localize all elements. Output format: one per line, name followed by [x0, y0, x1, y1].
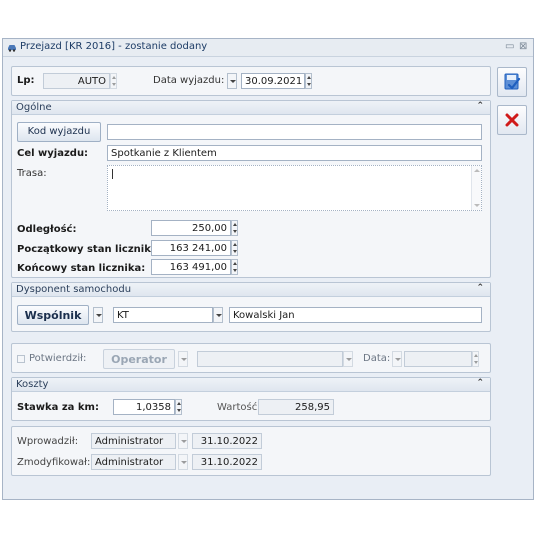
dysponent-type-dropdown[interactable]: [93, 307, 103, 323]
zmodyfikowal-user-field: Administrator: [91, 454, 176, 470]
operator-type-dropdown[interactable]: [178, 351, 188, 367]
ogolne-title: Ogólne: [16, 102, 52, 113]
koncowy-stan-spinner[interactable]: [231, 259, 238, 275]
ogolne-group: Ogólne ⌃ Kod wyjazdu Cel wyjazdu: Spotka…: [11, 100, 491, 278]
zmodyfikowal-label: Zmodyfikował:: [17, 457, 91, 468]
stawka-label: Stawka za km:: [17, 402, 99, 413]
potwierdzil-label: Potwierdził:: [29, 353, 87, 364]
collapse-icon[interactable]: ⌃: [476, 101, 484, 111]
potwierdzil-data-dropdown[interactable]: [392, 351, 402, 367]
poczatkowy-stan-label: Początkowy stan licznika:: [17, 244, 162, 255]
data-wyjazdu-label: Data wyjazdu:: [153, 75, 225, 86]
car-icon: [8, 45, 16, 52]
cancel-x-icon: [505, 113, 519, 127]
wprowadzil-label: Wprowadził:: [17, 436, 79, 447]
collapse-icon[interactable]: ⌃: [476, 283, 484, 293]
lp-label: Lp:: [17, 75, 35, 86]
trasa-scrollbar[interactable]: [471, 166, 481, 210]
audit-group: Wprowadził: Administrator 31.10.2022 Zmo…: [11, 426, 491, 476]
data-wyjazdu-field[interactable]: 30.09.2021: [241, 73, 305, 89]
potwierdzil-data-spinner[interactable]: [472, 351, 479, 367]
wprowadzil-user-field: Administrator: [91, 433, 176, 449]
operator-dropdown[interactable]: [343, 351, 353, 367]
odleglosc-field[interactable]: 250,00: [151, 220, 231, 236]
odleglosc-label: Odległość:: [17, 224, 77, 235]
potwierdzil-data-label: Data:: [363, 353, 391, 364]
koszty-title: Koszty: [16, 379, 49, 390]
close-window-button[interactable]: ⊠: [519, 41, 527, 52]
koszty-header[interactable]: Koszty ⌃: [12, 378, 490, 392]
save-icon: [504, 73, 521, 90]
zmodyfikowal-date-field: 31.10.2022: [192, 454, 262, 470]
wprowadzil-dropdown: [178, 433, 188, 449]
cancel-button[interactable]: [497, 105, 527, 135]
text-cursor: [112, 169, 113, 179]
dysponent-name-field[interactable]: Kowalski Jan: [229, 307, 482, 323]
window-title: Przejazd [KR 2016] - zostanie dodany: [20, 41, 208, 52]
stawka-field[interactable]: 1,0358: [113, 399, 175, 415]
dysponent-group: Dysponent samochodu ⌃ Wspólnik KT Kowals…: [11, 282, 491, 332]
ogolne-header[interactable]: Ogólne ⌃: [12, 101, 490, 115]
wartosc-label: Wartość:: [217, 402, 261, 413]
wprowadzil-date-field: 31.10.2022: [192, 433, 262, 449]
potwierdzil-checkbox[interactable]: [17, 355, 25, 363]
collapse-icon[interactable]: ⌃: [476, 378, 484, 388]
potwierdzil-group: Potwierdził: Operator Data:: [11, 343, 491, 373]
stawka-spinner[interactable]: [175, 399, 182, 415]
data-wyjazdu-spinner[interactable]: [305, 73, 312, 89]
operator-button[interactable]: Operator: [103, 349, 175, 369]
data-wyjazdu-dropdown[interactable]: [227, 73, 237, 89]
title-bar: Przejazd [KR 2016] - zostanie dodany ▭ ⊠: [3, 39, 533, 57]
koszty-group: Koszty ⌃ Stawka za km: 1,0358 Wartość: 2…: [11, 377, 491, 421]
lp-field[interactable]: AUTO: [43, 73, 110, 89]
minimize-button[interactable]: ▭: [505, 41, 514, 52]
poczatkowy-stan-spinner[interactable]: [231, 240, 238, 256]
save-button[interactable]: [497, 67, 527, 97]
kod-wyjazdu-field[interactable]: [107, 124, 482, 140]
dysponent-code-field[interactable]: KT: [113, 307, 213, 323]
koncowy-stan-label: Końcowy stan licznika:: [17, 263, 146, 274]
odleglosc-spinner[interactable]: [231, 220, 238, 236]
cel-wyjazdu-label: Cel wyjazdu:: [17, 148, 89, 159]
koncowy-stan-field[interactable]: 163 491,00: [151, 259, 231, 275]
lp-spinner[interactable]: [110, 73, 117, 89]
trasa-label: Trasa:: [17, 168, 47, 179]
kod-wyjazdu-button[interactable]: Kod wyjazdu: [17, 122, 101, 142]
wartosc-field: 258,95: [258, 399, 334, 415]
dysponent-type-button[interactable]: Wspólnik: [17, 305, 89, 325]
trasa-textarea[interactable]: [107, 165, 482, 211]
dialog-window: Przejazd [KR 2016] - zostanie dodany ▭ ⊠…: [2, 38, 534, 500]
operator-field[interactable]: [197, 351, 343, 367]
cel-wyjazdu-field[interactable]: Spotkanie z Klientem: [107, 145, 482, 161]
header-group: Lp: AUTO Data wyjazdu: 30.09.2021: [11, 66, 491, 96]
dysponent-title: Dysponent samochodu: [16, 284, 132, 295]
dysponent-code-dropdown[interactable]: [213, 307, 223, 323]
potwierdzil-data-field[interactable]: [404, 351, 472, 367]
dysponent-header[interactable]: Dysponent samochodu ⌃: [12, 283, 490, 297]
poczatkowy-stan-field[interactable]: 163 241,00: [151, 240, 231, 256]
zmodyfikowal-dropdown: [178, 454, 188, 470]
